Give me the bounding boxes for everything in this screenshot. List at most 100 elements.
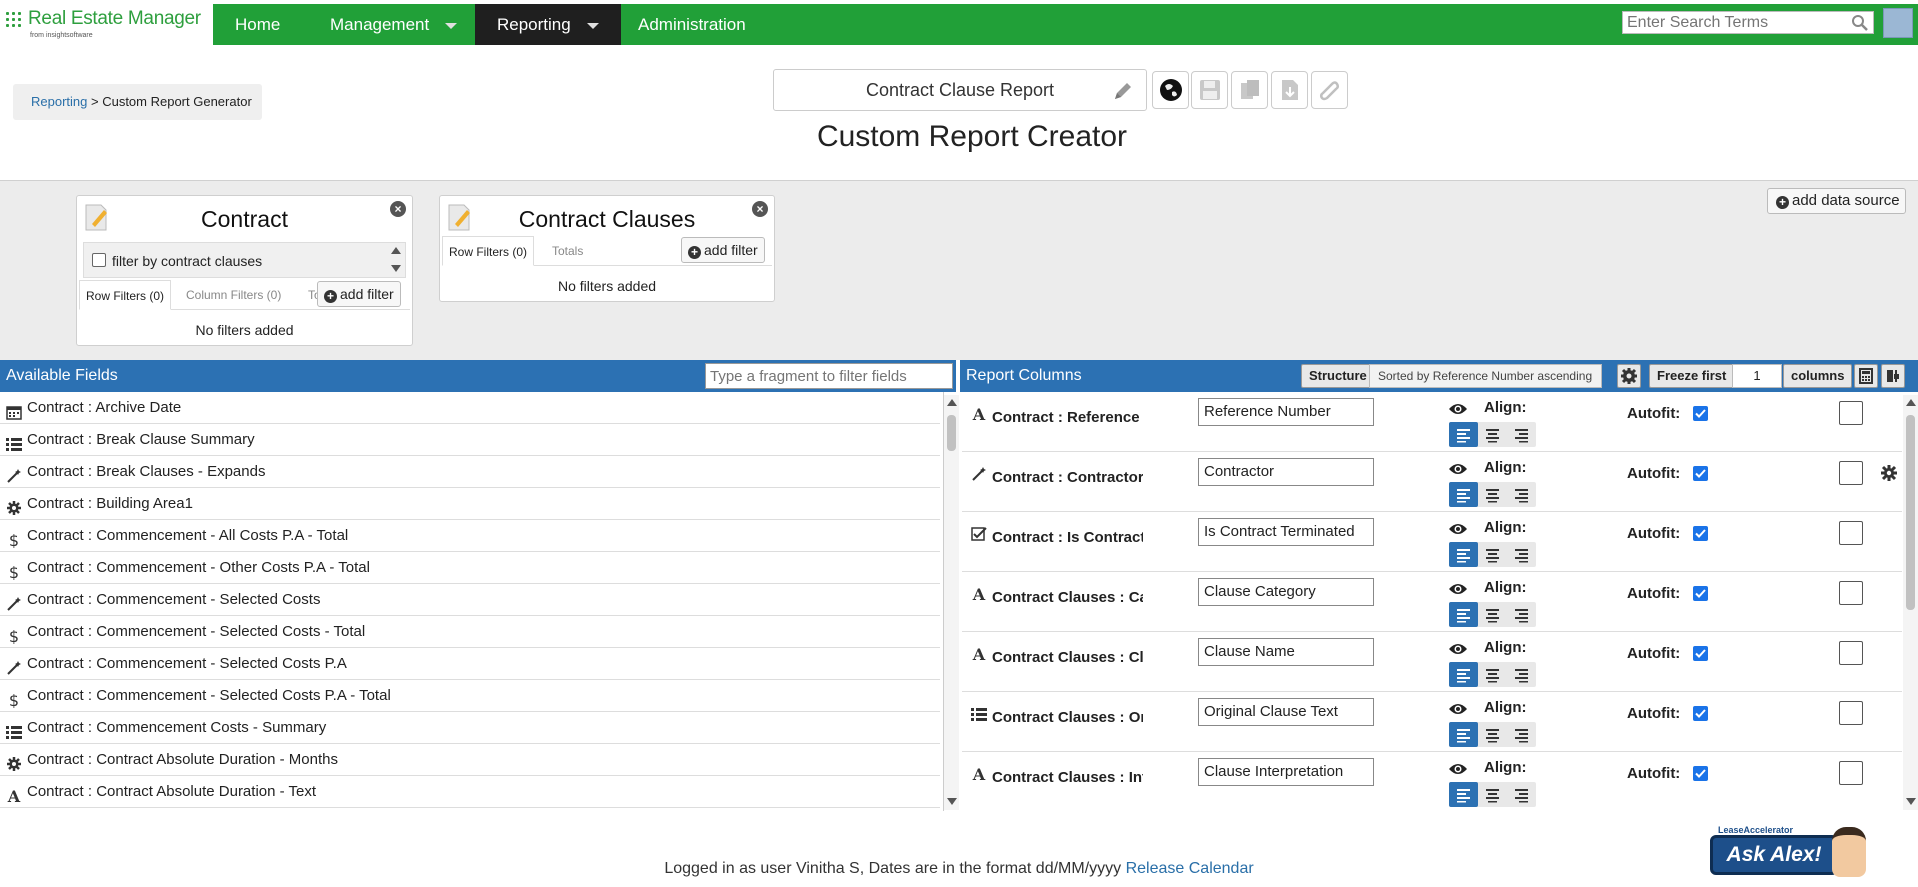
nav-administration[interactable]: Administration [616,4,768,45]
column-select-checkbox[interactable] [1839,761,1863,785]
column-title-input[interactable]: Contractor [1198,458,1374,486]
column-select-checkbox[interactable] [1839,461,1863,485]
report-column-row[interactable]: Contract Clauses : Original Clause Text O… [962,692,1902,752]
column-select-checkbox[interactable] [1839,581,1863,605]
column-title-input[interactable]: Is Contract Terminated [1198,518,1374,546]
sort-order-field[interactable]: Sorted by Reference Number ascending [1369,364,1602,388]
add-filter-button[interactable]: + add filter [681,237,765,263]
list-item[interactable]: $ Contract : Commencement - Selected Cost… [0,616,940,648]
tab-row-filters[interactable]: Row Filters (0) [442,236,535,266]
list-item[interactable]: $ Contract : Commencement - Selected Cost… [0,680,940,712]
align-right-icon[interactable] [1507,422,1536,447]
report-column-row[interactable]: A Contract : Reference Number Reference Nu… [962,392,1902,452]
search-input[interactable] [1623,12,1843,33]
align-right-icon[interactable] [1507,602,1536,627]
align-center-icon[interactable] [1478,722,1507,747]
align-left-icon[interactable] [1449,542,1478,567]
publish-button[interactable] [1152,71,1189,109]
fields-scrollbar[interactable] [944,395,959,810]
search-icon[interactable] [1851,14,1869,32]
eye-icon[interactable] [1448,762,1468,776]
align-left-icon[interactable] [1449,662,1478,687]
align-right-icon[interactable] [1507,482,1536,507]
align-center-icon[interactable] [1478,602,1507,627]
autofit-checkbox[interactable] [1693,586,1708,601]
align-center-icon[interactable] [1478,782,1507,807]
align-center-icon[interactable] [1478,482,1507,507]
scroll-down-icon[interactable] [391,265,401,272]
gear-icon[interactable] [1880,464,1898,482]
align-right-icon[interactable] [1507,542,1536,567]
field-filter-input[interactable] [705,363,953,389]
app-logo[interactable]: Real Estate Manager from insightsoftware [6,8,206,42]
report-column-row[interactable]: A Contract Clauses : Category Clause Categ… [962,572,1902,632]
autofit-checkbox[interactable] [1693,766,1708,781]
align-center-icon[interactable] [1478,662,1507,687]
list-item[interactable]: Contract : Break Clause Summary [0,424,940,456]
eye-icon[interactable] [1448,462,1468,476]
column-select-checkbox[interactable] [1839,701,1863,725]
column-select-checkbox[interactable] [1839,521,1863,545]
eye-icon[interactable] [1448,642,1468,656]
column-title-input[interactable]: Clause Category [1198,578,1374,606]
pencil-icon[interactable] [1112,80,1134,102]
column-title-input[interactable]: Reference Number [1198,398,1374,426]
autofit-checkbox[interactable] [1693,466,1708,481]
scroll-down-icon[interactable] [947,798,957,805]
structure-button[interactable]: Structure [1301,364,1375,388]
eye-icon[interactable] [1448,402,1468,416]
freeze-columns-input[interactable]: 1 [1732,364,1782,388]
list-item[interactable]: $ Contract : Commencement - Other Costs P… [0,552,940,584]
list-item[interactable]: A Contract : Contract Absolute Duration -… [0,776,940,808]
align-right-icon[interactable] [1507,662,1536,687]
nav-home[interactable]: Home [213,4,302,45]
close-icon[interactable]: × [752,201,768,217]
report-column-row[interactable]: Contract : Is Contract Terminated Is Cont… [962,512,1902,572]
column-title-input[interactable]: Clause Interpretation [1198,758,1374,786]
ask-alex-widget[interactable]: LeaseAccelerator Ask Alex! [1706,823,1866,881]
scroll-up-icon[interactable] [947,399,957,406]
columns-scrollbar[interactable] [1903,395,1918,810]
scroll-up-icon[interactable] [1906,399,1916,406]
columns-scrollbar-thumb[interactable] [1906,415,1915,610]
list-item[interactable]: Contract : Commencement - Selected Costs [0,584,940,616]
release-calendar-link[interactable]: Release Calendar [1126,860,1254,877]
list-item[interactable]: Contract : Break Clauses - Expands [0,456,940,488]
autofit-checkbox[interactable] [1693,406,1708,421]
align-right-icon[interactable] [1507,782,1536,807]
tab-row-filters[interactable]: Row Filters (0) [79,280,172,310]
align-left-icon[interactable] [1449,422,1478,447]
autofit-checkbox[interactable] [1693,646,1708,661]
add-filter-button[interactable]: + add filter [317,281,401,307]
list-item[interactable]: Contract : Commencement Costs - Summary [0,712,940,744]
align-center-icon[interactable] [1478,542,1507,567]
autofit-checkbox[interactable] [1693,706,1708,721]
fields-scrollbar-thumb[interactable] [947,415,956,451]
report-column-row[interactable]: A Contract Clauses : Clause Name Clause Na… [962,632,1902,692]
align-left-icon[interactable] [1449,482,1478,507]
list-item[interactable]: Contract : Building Area1 [0,488,940,520]
align-left-icon[interactable] [1449,722,1478,747]
list-item[interactable]: Contract : Contract Absolute Duration - … [0,744,940,776]
close-icon[interactable]: × [390,201,406,217]
list-item[interactable]: Contract : Commencement - Selected Costs… [0,648,940,680]
tab-column-filters[interactable]: Column Filters (0) [180,280,287,310]
attach-button[interactable] [1311,71,1348,109]
column-select-checkbox[interactable] [1839,401,1863,425]
breadcrumb-link-reporting[interactable]: Reporting [31,94,87,109]
eye-icon[interactable] [1448,702,1468,716]
column-title-input[interactable]: Clause Name [1198,638,1374,666]
eye-icon[interactable] [1448,522,1468,536]
autofit-checkbox[interactable] [1693,526,1708,541]
list-item[interactable]: Contract : Archive Date [0,392,940,424]
report-column-row[interactable]: Contract : Contractor Contractor Align: Aut… [962,452,1902,512]
save-button[interactable] [1191,71,1228,109]
align-right-icon[interactable] [1507,722,1536,747]
filter-by-clauses-checkbox[interactable] [92,253,106,267]
eye-icon[interactable] [1448,582,1468,596]
add-data-source-button[interactable]: + add data source [1767,188,1906,214]
align-center-icon[interactable] [1478,422,1507,447]
align-left-icon[interactable] [1449,782,1478,807]
avatar[interactable] [1883,8,1913,38]
copy-button[interactable] [1231,71,1268,109]
